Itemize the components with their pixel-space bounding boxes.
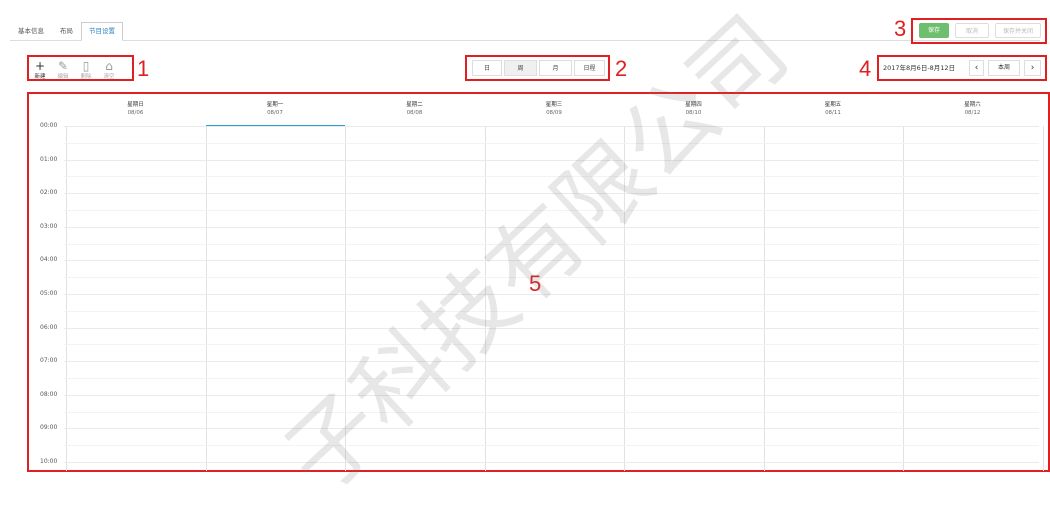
day-name: 星期四 <box>685 102 702 108</box>
half-hour-line <box>64 142 1039 144</box>
edit-icon: ✎ <box>57 59 69 73</box>
day-column-divider <box>1042 126 1044 471</box>
time-label: 08:00 <box>40 390 58 398</box>
top-band <box>0 0 1050 12</box>
half-hour-line <box>64 243 1039 245</box>
edit-button[interactable]: ✎ 编辑 <box>53 60 73 80</box>
half-hour-line <box>64 277 1039 279</box>
day-name: 星期五 <box>824 102 842 108</box>
day-column-divider <box>763 126 765 471</box>
tab-basic-info[interactable]: 基本信息 <box>10 22 52 41</box>
day-date: 08/08 <box>406 110 423 116</box>
annotation-number-4: 4 <box>859 56 872 81</box>
day-date: 08/12 <box>964 110 981 116</box>
cancel-button[interactable]: 取消 <box>955 23 989 38</box>
new-label: 新建 <box>34 74 46 80</box>
hour-line <box>64 126 1039 127</box>
annotation-number-3: 3 <box>894 16 907 41</box>
hour-line <box>64 159 1039 161</box>
tab-layout[interactable]: 布局 <box>52 22 81 41</box>
day-date: 08/06 <box>127 110 144 116</box>
hour-line <box>64 394 1039 396</box>
hour-line <box>64 428 1039 430</box>
time-label: 03:00 <box>40 222 58 230</box>
annotation-number-5: 5 <box>529 271 542 296</box>
day-column-divider <box>903 126 904 471</box>
day-date: 08/09 <box>546 110 562 116</box>
hour-line <box>64 294 1039 295</box>
day-date: 08/10 <box>685 110 702 116</box>
day-column-divider <box>205 126 207 471</box>
half-hour-line <box>64 445 1039 447</box>
edit-label: 编辑 <box>57 74 69 80</box>
half-hour-line <box>64 411 1039 413</box>
half-hour-line <box>64 210 1039 211</box>
day-header[interactable]: 星期一 08/07 <box>206 101 345 117</box>
hour-line <box>64 327 1039 329</box>
half-hour-line <box>64 344 1039 346</box>
day-header[interactable]: 星期四 08/10 <box>624 101 763 117</box>
clear-icon: ⌂ <box>105 59 113 73</box>
time-label: 00:00 <box>40 122 58 129</box>
day-column-divider <box>624 126 625 471</box>
day-name: 星期六 <box>964 102 981 108</box>
hour-line <box>64 361 1039 363</box>
time-label: 07:00 <box>40 357 58 365</box>
time-label: 02:00 <box>40 189 58 197</box>
day-name: 星期日 <box>127 102 144 108</box>
trash-icon: ▯ <box>82 59 90 73</box>
time-label: 06:00 <box>40 323 58 331</box>
day-header[interactable]: 星期日 08/06 <box>66 101 205 117</box>
next-week-button[interactable]: › <box>1024 60 1041 76</box>
day-column-divider <box>484 126 486 471</box>
day-header[interactable]: 星期六 08/12 <box>903 101 1042 117</box>
hour-line <box>64 193 1039 195</box>
day-column-divider <box>66 126 67 471</box>
hour-line <box>64 226 1039 228</box>
tab-program-settings[interactable]: 节目设置 <box>81 22 123 41</box>
annotation-number-1: 1 <box>137 56 150 81</box>
half-hour-line <box>64 176 1039 178</box>
time-label: 01:00 <box>40 155 58 163</box>
clear-label: 清空 <box>103 74 115 80</box>
day-column-divider <box>345 126 346 471</box>
plus-icon: + <box>34 59 46 73</box>
view-month-button[interactable]: 月 <box>539 60 572 76</box>
tab-bar: 基本信息 布局 节目设置 <box>10 22 1040 41</box>
time-label: 09:00 <box>40 424 58 432</box>
day-name: 星期一 <box>266 102 284 108</box>
half-hour-line <box>64 310 1039 312</box>
half-hour-line <box>64 378 1039 379</box>
view-agenda-button[interactable]: 日程 <box>574 60 605 76</box>
hour-line <box>64 462 1039 463</box>
clear-button[interactable]: ⌂ 清空 <box>99 60 119 80</box>
hour-line <box>64 260 1039 262</box>
day-name: 星期二 <box>406 102 423 108</box>
view-week-button[interactable]: 周 <box>504 60 537 76</box>
time-label: 04:00 <box>40 256 58 264</box>
date-range-label: 2017年8月6日-8月12日 <box>883 64 956 72</box>
time-label: 10:00 <box>40 458 58 465</box>
day-header[interactable]: 星期二 08/08 <box>345 101 484 117</box>
new-button[interactable]: + 新建 <box>30 60 50 80</box>
day-header[interactable]: 星期三 08/09 <box>485 101 624 117</box>
delete-button[interactable]: ▯ 删除 <box>76 60 96 80</box>
day-header[interactable]: 星期五 08/11 <box>764 101 903 117</box>
day-date: 08/11 <box>825 110 841 116</box>
day-name: 星期三 <box>545 102 563 108</box>
prev-week-button[interactable]: ‹ <box>969 60 984 76</box>
time-label: 05:00 <box>40 290 58 297</box>
annotation-number-2: 2 <box>615 56 628 81</box>
this-week-button[interactable]: 本周 <box>988 60 1020 76</box>
save-button[interactable]: 保存 <box>919 23 949 38</box>
delete-label: 删除 <box>80 74 92 80</box>
save-and-close-button[interactable]: 保存并关闭 <box>995 23 1041 38</box>
view-day-button[interactable]: 日 <box>472 60 502 76</box>
day-date: 08/07 <box>267 110 283 116</box>
